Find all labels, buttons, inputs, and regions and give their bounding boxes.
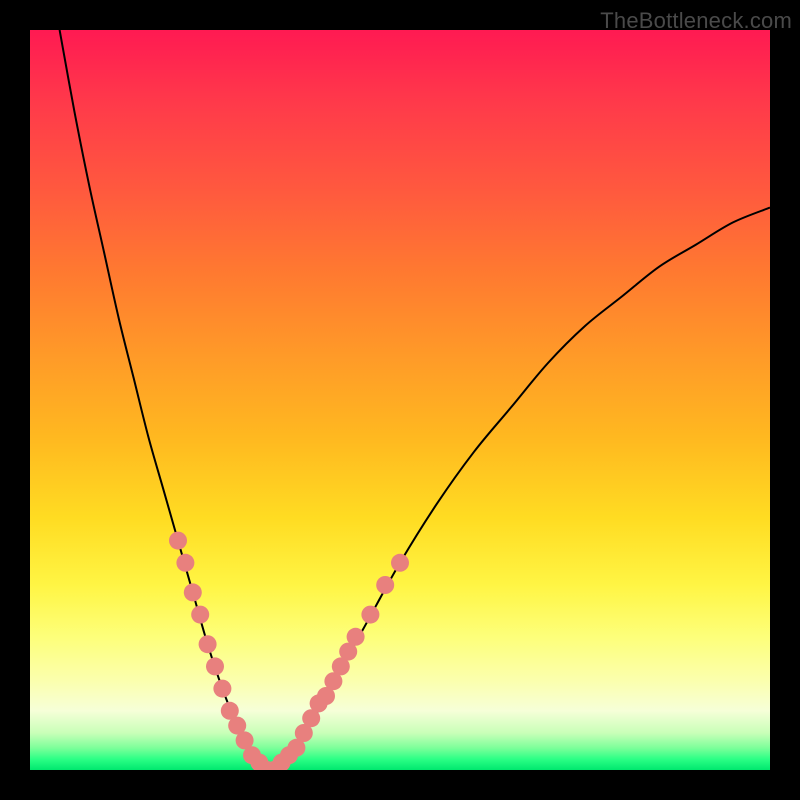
data-marker [169,532,187,550]
data-marker [391,554,409,572]
data-marker [376,576,394,594]
data-marker [191,606,209,624]
plot-area [30,30,770,770]
data-marker [199,635,217,653]
watermark-text: TheBottleneck.com [600,8,792,34]
curve-layer [60,30,770,770]
data-marker [347,628,365,646]
data-marker [176,554,194,572]
chart-svg [30,30,770,770]
marker-layer [169,532,409,770]
data-marker [361,606,379,624]
data-marker [206,657,224,675]
data-marker [213,680,231,698]
data-marker [184,583,202,601]
outer-frame: TheBottleneck.com [0,0,800,800]
bottleneck-curve [60,30,770,770]
